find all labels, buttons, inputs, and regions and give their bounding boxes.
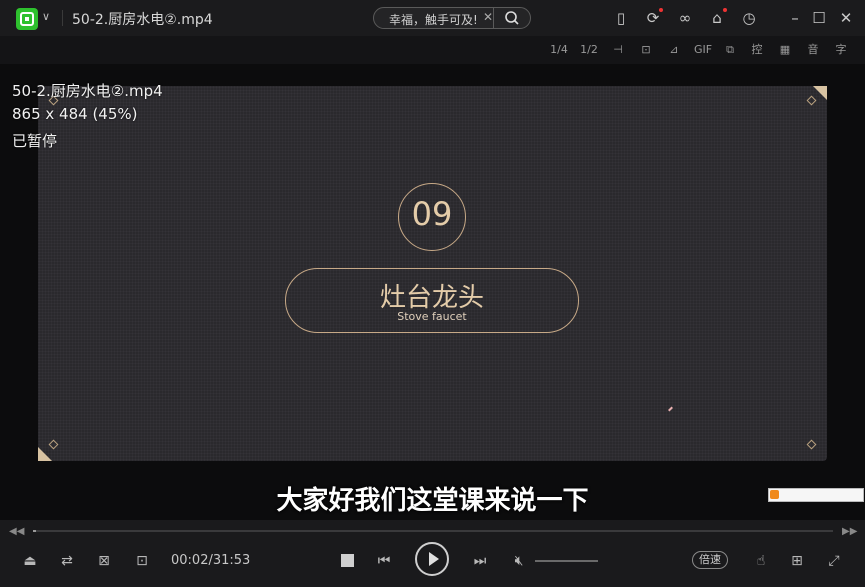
phone-icon[interactable]: ▯ (611, 8, 631, 28)
stop-button[interactable] (341, 554, 354, 567)
half-size-button[interactable]: 1/2 (579, 43, 599, 57)
pointer-icon[interactable]: ☝ (752, 552, 770, 570)
search-icon (505, 11, 519, 25)
window-title: 50-2.厨房水电②.mp4 (72, 12, 213, 28)
volume-slider[interactable] (535, 560, 598, 562)
search-button[interactable] (493, 8, 530, 28)
seek-bar-fill (33, 530, 36, 532)
seek-bar[interactable] (33, 530, 833, 532)
subtitle-text: 大家好我们这堂课来说一下 (276, 486, 589, 516)
close-icon[interactable]: ✕ (836, 8, 856, 28)
info-status: 已暂停 (12, 132, 58, 150)
speed-button[interactable]: 倍速 (692, 551, 728, 569)
slide-number: 09 (411, 195, 453, 233)
play-icon (429, 552, 439, 566)
audio-button[interactable]: 音 (805, 43, 821, 57)
volume-mute-icon[interactable]: 🔇︎ (510, 552, 528, 570)
seek-back-icon[interactable]: ◀◀ (9, 526, 24, 537)
eject-icon[interactable]: ⏏ (21, 552, 39, 570)
slide-title-cn: 灶台龙头 (379, 283, 484, 313)
clear-icon[interactable]: ✕ (483, 10, 493, 24)
previous-button[interactable]: ⏮ (375, 552, 393, 570)
minimize-icon[interactable]: – (785, 8, 805, 28)
loop-icon[interactable]: ⇄ (58, 552, 76, 570)
picture-button[interactable]: ▦ (777, 43, 793, 57)
app-logo-icon[interactable] (16, 8, 38, 30)
corner-ornament (38, 447, 52, 461)
link-icon[interactable]: ∞ (675, 8, 695, 28)
play-button[interactable] (415, 542, 449, 576)
clip-button[interactable]: ⊣ (610, 43, 626, 57)
control-button[interactable]: 控 (749, 43, 765, 57)
fullscreen-icon[interactable]: ⤢ (825, 552, 843, 570)
next-button[interactable]: ⏭ (471, 552, 489, 570)
window-button[interactable]: ⧉ (722, 43, 738, 57)
info-filename: 50-2.厨房水电②.mp4 (12, 82, 163, 100)
corner-ornament (813, 86, 827, 100)
skin-shirt-icon[interactable]: ⌂ (707, 8, 727, 28)
search-input[interactable]: 幸福，触手可及! (389, 11, 478, 28)
screenshot-button[interactable]: ⊡ (638, 43, 654, 57)
refresh-icon[interactable]: ⟳ (643, 8, 663, 28)
cast-icon[interactable]: ⊠ (95, 552, 113, 570)
clock-icon[interactable]: ◷ (739, 8, 759, 28)
gif-button[interactable]: GIF (692, 43, 714, 57)
maximize-icon[interactable]: ☐ (809, 8, 829, 28)
toolbox-icon[interactable]: ⊞ (788, 552, 806, 570)
quarter-size-button[interactable]: 1/4 (549, 43, 569, 57)
seek-forward-icon[interactable]: ▶▶ (842, 526, 857, 537)
search-box[interactable]: 幸福，触手可及! ✕ (373, 7, 531, 29)
ime-toolbar[interactable] (768, 488, 864, 502)
screen-icon[interactable]: ⊡ (133, 552, 151, 570)
ime-logo-icon (770, 490, 779, 499)
slide-title-en: Stove faucet (397, 310, 467, 323)
title-divider (62, 10, 63, 26)
menu-chevron-down-icon[interactable]: ∨ (42, 10, 50, 23)
subtitle-button[interactable]: 字 (833, 43, 849, 57)
crop-button[interactable]: ⊿ (666, 43, 682, 57)
time-display: 00:02/31:53 (171, 553, 251, 568)
info-resolution: 865 x 484 (45%) (12, 105, 138, 123)
